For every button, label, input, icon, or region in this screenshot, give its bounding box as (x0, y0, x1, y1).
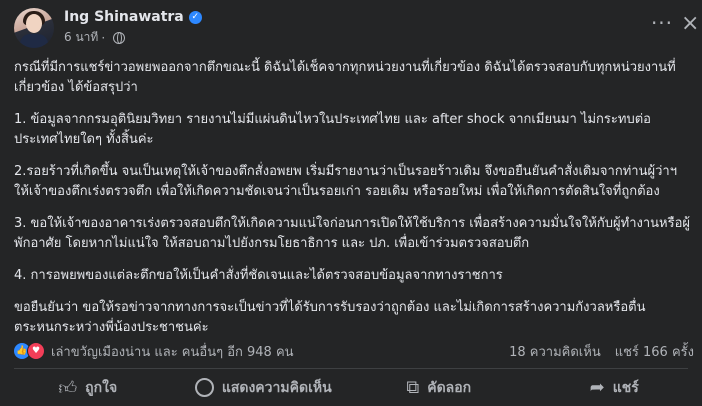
action-bar: 👍︎ ถูกใจ แสดงความคิดเห็น ⧉ คัดลอก ➦ แชร์ (0, 371, 702, 404)
share-icon: ➦ (589, 377, 605, 398)
globe-icon (113, 31, 126, 44)
thumbs-up-icon: 👍︎ (58, 377, 78, 399)
comment-button[interactable]: แสดงความคิดเห็น (176, 371, 352, 404)
engagement-counts: 18 ความคิดเห็น แชร์ 166 ครั้ง (495, 341, 694, 362)
comments-count[interactable]: 18 ความคิดเห็น (509, 341, 601, 362)
divider (14, 368, 688, 369)
avatar-face (26, 14, 42, 33)
copy-icon: ⧉ (406, 377, 420, 398)
separator-dot: · (101, 30, 106, 45)
share-button[interactable]: ➦ แชร์ (527, 371, 702, 404)
like-button[interactable]: 👍︎ ถูกใจ (0, 371, 176, 404)
post-body: กรณีที่มีการแชร์ข่าวอพยพออกจากตึกขณะนี้ … (14, 58, 690, 350)
post-paragraph: ขอยืนยันว่า ขอให้รอข่าวจากทางการจะเป็นข่… (14, 300, 646, 335)
reactions-summary[interactable]: เล่าขวัญเมืองน่าน และ คนอื่นๆ อีก 948 คน (51, 341, 495, 362)
like-label: ถูกใจ (85, 379, 118, 396)
reaction-icons[interactable]: 👍 ♥ (14, 342, 45, 360)
post-meta: Ing Shinawatra ✓ 6 นาที · (64, 9, 202, 47)
copy-button[interactable]: ⧉ คัดลอก (351, 371, 527, 404)
shares-count[interactable]: แชร์ 166 ครั้ง (615, 341, 694, 362)
comment-label: แสดงความคิดเห็น (221, 379, 332, 396)
post-paragraph: 1. ข้อมูลจากกรมอุตินิยมวิทยา รายงานไม่มี… (14, 112, 651, 147)
post-paragraph: 4. การอพยพของแต่ละตึกขอให้เป็นคำสั่งที่ช… (14, 268, 503, 283)
post-header: Ing Shinawatra ✓ 6 นาที · (14, 6, 202, 50)
love-reaction-icon: ♥ (27, 342, 45, 360)
avatar-body (20, 34, 48, 48)
verified-badge-icon: ✓ (188, 10, 202, 24)
time-row: 6 นาที · (64, 28, 202, 47)
facebook-post: Ing Shinawatra ✓ 6 นาที · ··· × กรณีที่ม… (0, 0, 702, 406)
share-label: แชร์ (612, 379, 639, 396)
post-paragraph: 2.รอยร้าวที่เกิดขึ้น จนเป็นเหตุให้เจ้าขอ… (14, 164, 677, 199)
more-options-icon[interactable]: ··· (648, 12, 676, 40)
author-name[interactable]: Ing Shinawatra (64, 9, 184, 25)
close-icon[interactable]: × (681, 13, 701, 35)
post-paragraph: 3. ขอให้เจ้าของอาคารเร่งตรวจสอบตึกให้เกิ… (14, 216, 690, 251)
avatar[interactable] (14, 8, 54, 48)
author-row: Ing Shinawatra ✓ (64, 9, 202, 25)
post-time[interactable]: 6 นาที (64, 28, 98, 47)
reactions-bar: 👍 ♥ เล่าขวัญเมืองน่าน และ คนอื่นๆ อีก 94… (14, 338, 694, 364)
copy-label: คัดลอก (427, 379, 472, 396)
comment-icon (194, 378, 214, 397)
post-paragraph: กรณีที่มีการแชร์ข่าวอพยพออกจากตึกขณะนี้ … (14, 60, 676, 95)
